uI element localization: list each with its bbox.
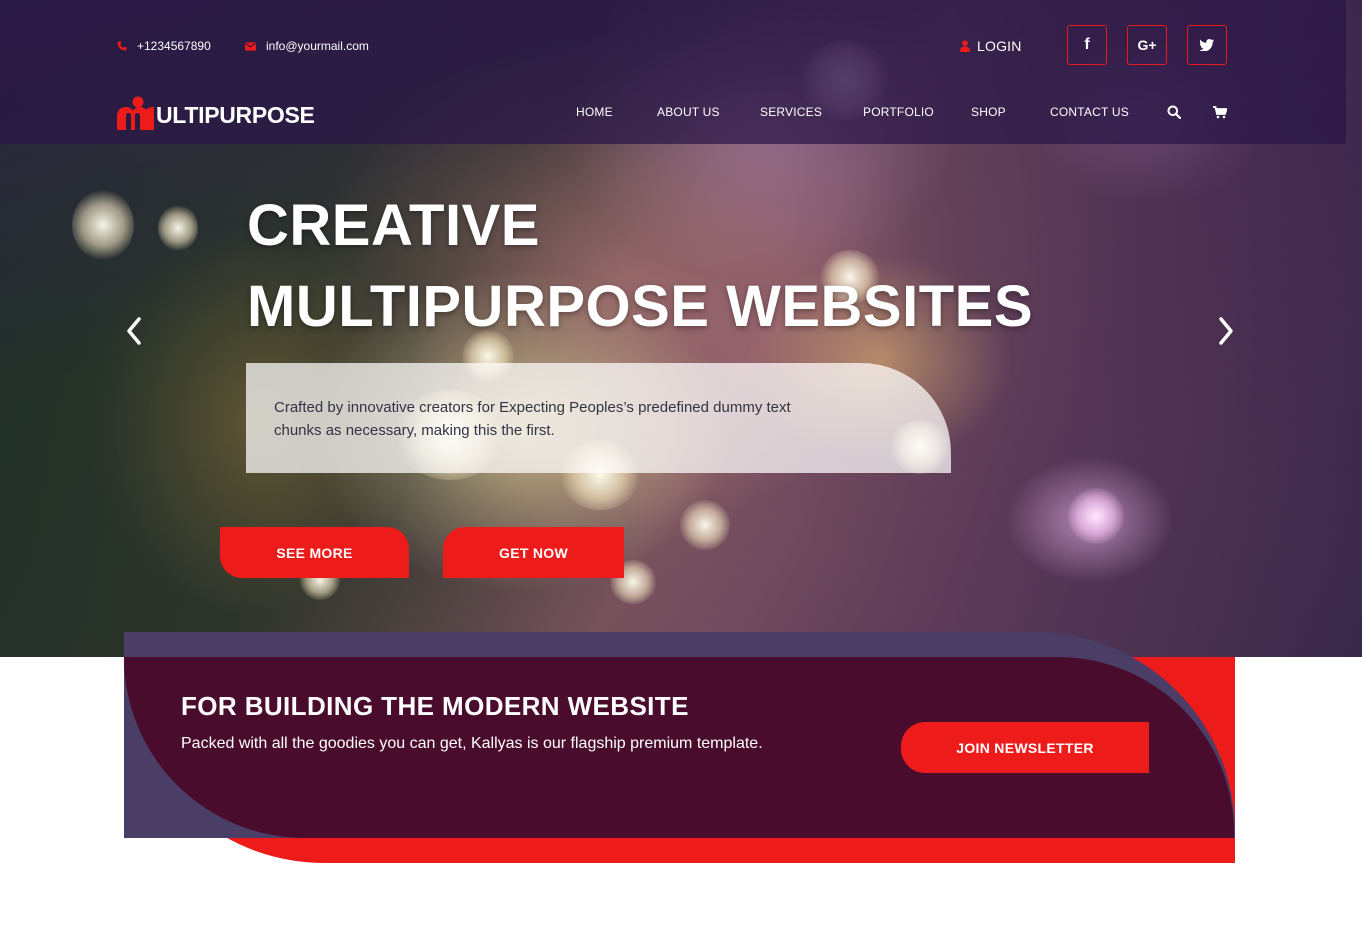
twitter-icon xyxy=(1200,39,1214,51)
slider-next-button[interactable] xyxy=(1214,314,1238,348)
newsletter-title: FOR BUILDING THE MODERN WEBSITE xyxy=(181,691,689,721)
logo-text: ULTIPURPOSE xyxy=(156,101,315,128)
newsletter-subtitle: Packed with all the goodies you can get,… xyxy=(181,735,763,752)
twitter-button[interactable] xyxy=(1187,25,1227,65)
site-logo[interactable]: ULTIPURPOSE xyxy=(116,96,315,130)
user-icon xyxy=(960,40,970,52)
header-email[interactable]: info@yourmail.com xyxy=(245,38,369,54)
cart-icon[interactable] xyxy=(1212,104,1228,120)
see-more-button[interactable]: SEE MORE xyxy=(220,527,409,578)
facebook-icon: f xyxy=(1084,36,1090,53)
google-plus-icon: G+ xyxy=(1137,37,1157,53)
get-now-button[interactable]: GET NOW xyxy=(443,527,624,578)
bokeh-light xyxy=(72,190,134,260)
facebook-button[interactable]: f xyxy=(1067,25,1107,65)
search-icon[interactable] xyxy=(1166,104,1182,120)
hero-description-box: Crafted by innovative creators for Expec… xyxy=(246,363,951,473)
nav-portfolio[interactable]: PORTFOLIO xyxy=(863,104,934,120)
phone-icon xyxy=(116,41,127,52)
join-newsletter-button[interactable]: JOIN NEWSLETTER xyxy=(901,722,1149,773)
login-link[interactable]: LOGIN xyxy=(960,37,1022,55)
chevron-left-icon xyxy=(124,316,144,346)
bokeh-light xyxy=(1068,488,1124,544)
slider-prev-button[interactable] xyxy=(122,314,146,348)
phone-number: +1234567890 xyxy=(137,39,211,53)
header-phone[interactable]: +1234567890 xyxy=(116,38,211,54)
email-address: info@yourmail.com xyxy=(266,39,369,53)
bokeh-light xyxy=(680,500,730,550)
bokeh-light xyxy=(158,205,198,251)
nav-home[interactable]: HOME xyxy=(576,104,613,120)
hero-title-line2: MULTIPURPOSE WEBSITES xyxy=(247,274,1034,339)
hero-title-line1: CREATIVE xyxy=(247,193,540,258)
chevron-right-icon xyxy=(1216,316,1236,346)
login-label: LOGIN xyxy=(977,38,1022,54)
envelope-icon xyxy=(245,41,256,52)
nav-services[interactable]: SERVICES xyxy=(760,104,822,120)
google-plus-button[interactable]: G+ xyxy=(1127,25,1167,65)
m-logo-icon xyxy=(116,96,160,130)
hero-description: Crafted by innovative creators for Expec… xyxy=(274,399,791,439)
nav-shop[interactable]: SHOP xyxy=(971,104,1006,120)
nav-about-us[interactable]: ABOUT US xyxy=(657,104,720,120)
nav-contact-us[interactable]: CONTACT US xyxy=(1050,104,1129,120)
